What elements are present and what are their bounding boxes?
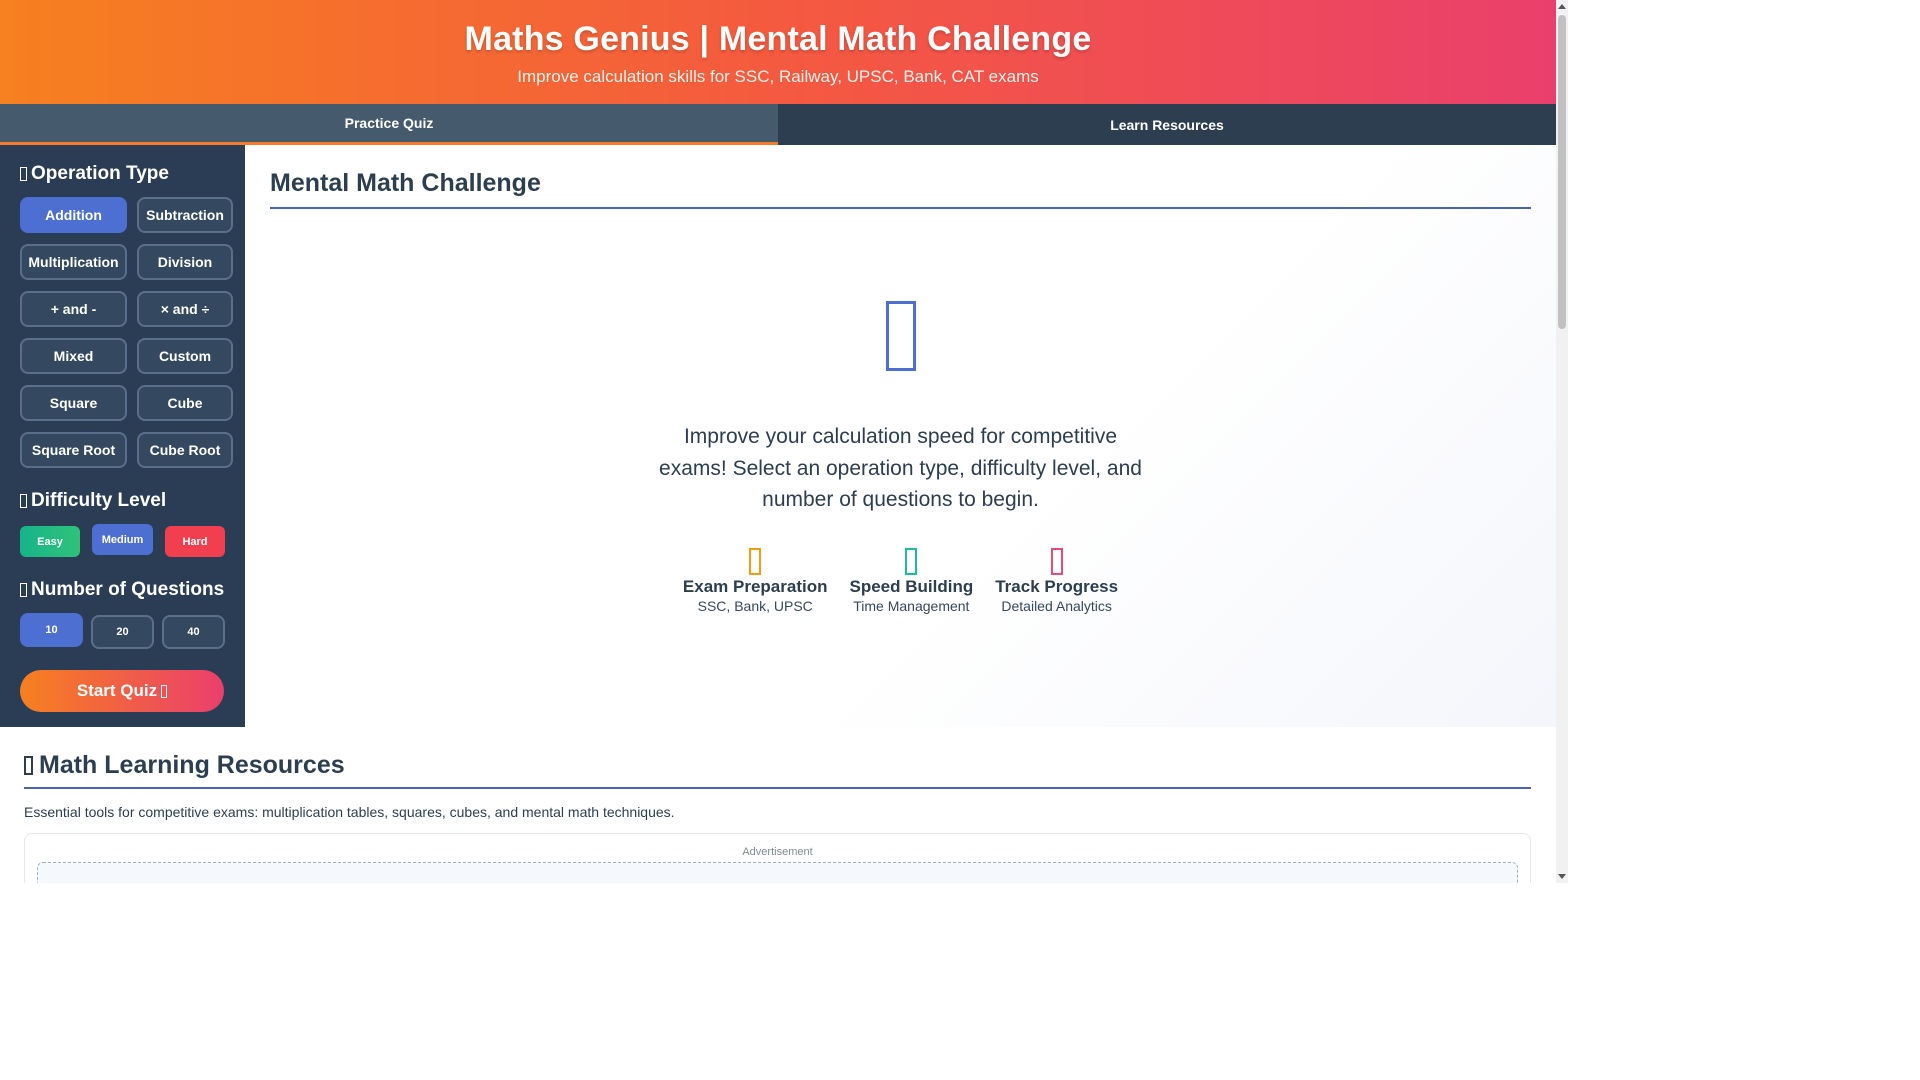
questions-heading: Number of Questions: [20, 579, 233, 601]
challenge-title: Mental Math Challenge: [270, 169, 1531, 209]
feature-name: Track Progress: [995, 576, 1119, 596]
page-scrollbar[interactable]: [1556, 0, 1568, 883]
chart-icon: [1050, 547, 1063, 575]
op-multiplication-button[interactable]: Multiplication: [20, 244, 127, 280]
op-mixed-button[interactable]: Mixed: [20, 338, 127, 374]
feature-exam-preparation: Exam Preparation SSC, Bank, UPSC: [682, 547, 828, 614]
op-square-button[interactable]: Square: [20, 385, 127, 421]
stopwatch-icon: [905, 547, 918, 575]
resources-title: Math Learning Resources: [39, 751, 345, 779]
questions-20-button[interactable]: 20: [91, 615, 154, 649]
feature-list: Exam Preparation SSC, Bank, UPSC Speed B…: [270, 547, 1531, 614]
app-header: Maths Genius | Mental Math Challenge Imp…: [0, 0, 1556, 104]
challenge-panel: Mental Math Challenge Improve your calcu…: [245, 145, 1556, 727]
questions-40-button[interactable]: 40: [162, 615, 225, 649]
graduation-icon: [749, 547, 762, 575]
difficulty-icon: [20, 494, 27, 508]
settings-sidebar: Operation Type Addition Subtraction Mult…: [0, 145, 245, 727]
questions-title: Number of Questions: [31, 579, 225, 600]
feature-name: Speed Building: [849, 576, 974, 596]
difficulty-heading: Difficulty Level: [20, 490, 233, 512]
questions-icon: [20, 583, 27, 597]
operation-type-title: Operation Type: [31, 163, 169, 184]
scrollbar-thumb[interactable]: [1558, 15, 1566, 329]
difficulty-medium-button[interactable]: Medium: [92, 524, 153, 555]
start-icon: [161, 684, 168, 698]
op-mul-div-button[interactable]: × and ÷: [137, 291, 233, 327]
brain-icon: [885, 301, 916, 371]
resources-heading: Math Learning Resources: [24, 751, 1531, 789]
scroll-up-icon[interactable]: [1558, 4, 1566, 9]
difficulty-hard-button[interactable]: Hard: [165, 526, 225, 557]
operation-icon: [20, 167, 27, 181]
question-count-options: 10 20 40: [20, 613, 233, 649]
difficulty-easy-button[interactable]: Easy: [20, 526, 80, 557]
tab-bar: Practice Quiz Learn Resources: [0, 104, 1556, 145]
scroll-down-icon[interactable]: [1558, 874, 1566, 879]
difficulty-options: Easy Medium Hard: [20, 524, 233, 557]
ad-container: Advertisement: [24, 833, 1531, 883]
resources-description: Essential tools for competitive exams: m…: [24, 804, 675, 820]
difficulty-title: Difficulty Level: [31, 490, 167, 511]
op-subtraction-button[interactable]: Subtraction: [137, 197, 233, 233]
ad-slot[interactable]: [37, 862, 1518, 883]
app-subtitle: Improve calculation skills for SSC, Rail…: [517, 67, 1039, 86]
ad-label: Advertisement: [742, 846, 813, 858]
tab-practice-quiz[interactable]: Practice Quiz: [0, 104, 778, 145]
feature-track-progress: Track Progress Detailed Analytics: [995, 547, 1119, 614]
welcome-hero: Improve your calculation speed for compe…: [270, 301, 1531, 614]
welcome-text: Improve your calculation speed for compe…: [659, 425, 1142, 511]
app-title: Maths Genius | Mental Math Challenge: [464, 20, 1092, 58]
learning-resources: Math Learning Resources Essential tools …: [0, 727, 1556, 883]
op-square-root-button[interactable]: Square Root: [20, 432, 127, 468]
quiz-area: Operation Type Addition Subtraction Mult…: [0, 145, 1556, 727]
page: Maths Genius | Mental Math Challenge Imp…: [0, 0, 1556, 883]
op-cube-root-button[interactable]: Cube Root: [137, 432, 233, 468]
questions-10-button[interactable]: 10: [20, 613, 83, 647]
op-custom-button[interactable]: Custom: [137, 338, 233, 374]
feature-speed-building: Speed Building Time Management: [849, 547, 974, 614]
operation-type-heading: Operation Type: [20, 163, 233, 185]
feature-desc: Time Management: [853, 597, 970, 614]
op-add-sub-button[interactable]: + and -: [20, 291, 127, 327]
feature-desc: Detailed Analytics: [1001, 597, 1112, 614]
op-addition-button[interactable]: Addition: [20, 197, 127, 233]
operation-grid: Addition Subtraction Multiplication Divi…: [20, 197, 233, 468]
start-quiz-label: Start Quiz: [76, 681, 158, 700]
feature-name: Exam Preparation: [682, 576, 828, 596]
op-division-button[interactable]: Division: [137, 244, 233, 280]
start-quiz-button[interactable]: Start Quiz: [20, 670, 224, 712]
tab-learn-resources[interactable]: Learn Resources: [778, 104, 1556, 145]
op-cube-button[interactable]: Cube: [137, 385, 233, 421]
feature-desc: SSC, Bank, UPSC: [697, 597, 813, 614]
book-icon: [24, 756, 33, 775]
